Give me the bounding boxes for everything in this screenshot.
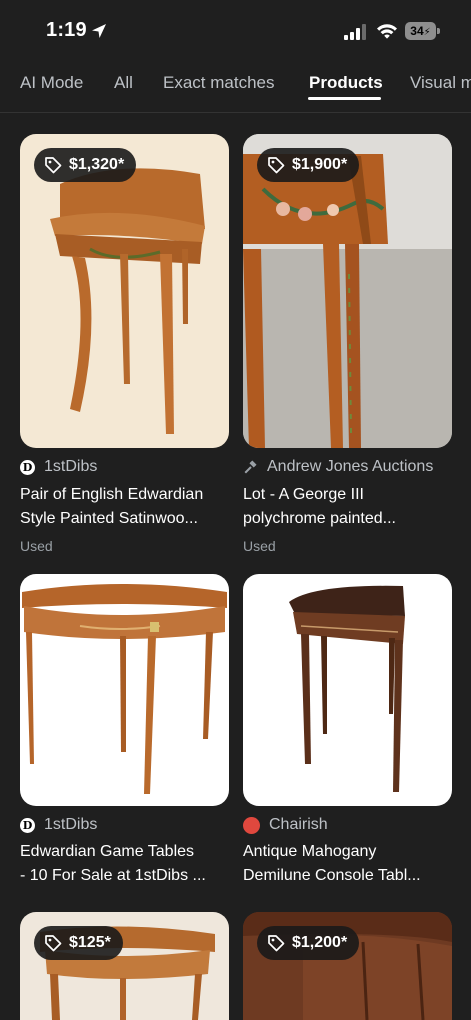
status-time: 1:19 [46, 19, 87, 41]
charging-bolt-icon: ⚡ [423, 27, 431, 38]
tab-ai-mode[interactable]: AI Mode [20, 73, 83, 93]
search-tabs: AI Mode All Exact matches Products Visua… [0, 64, 471, 104]
product-title-line: Style Painted Satinwoo... [20, 510, 198, 527]
tab-visual-matches[interactable]: Visual m [410, 73, 471, 93]
product-title-line: Demilune Console Tabl... [243, 867, 421, 884]
price-tag-icon [45, 935, 62, 952]
product-image-table-3 [20, 574, 229, 806]
tab-all[interactable]: All [114, 73, 133, 93]
product-title-line: - 10 For Sale at 1stDibs ... [20, 867, 206, 884]
product-source: D 1stDibs [20, 814, 97, 836]
wifi-icon [377, 24, 397, 39]
product-condition: Used [20, 538, 53, 554]
active-tab-indicator [308, 97, 381, 100]
product-title-line: polychrome painted... [243, 510, 396, 527]
product-source: D 1stDibs [20, 456, 97, 478]
cellular-signal-icon [344, 24, 366, 40]
product-source: Chairish [243, 814, 328, 836]
price-tag-icon [268, 157, 285, 174]
tab-products[interactable]: Products [309, 73, 383, 93]
price-tag-icon [268, 935, 285, 952]
tabs-divider [0, 112, 471, 113]
product-source: Andrew Jones Auctions [243, 456, 433, 478]
price-badge: $1,200* [257, 926, 360, 960]
product-title-line: Antique Mahogany [243, 843, 377, 860]
tab-exact-matches[interactable]: Exact matches [163, 73, 275, 93]
price-label: $1,200* [292, 934, 348, 951]
1stdibs-logo-icon: D [20, 459, 35, 475]
product-image[interactable]: $125* [20, 912, 229, 1020]
status-bar: 1:19 34⚡ [0, 0, 471, 62]
product-image[interactable] [243, 574, 452, 806]
product-image[interactable]: $1,320* [20, 134, 229, 448]
battery-nub [437, 28, 440, 34]
source-name: 1stDibs [44, 458, 98, 475]
1stdibs-logo-icon: D [20, 817, 35, 833]
source-name: 1stDibs [44, 816, 98, 833]
auction-gavel-icon [244, 459, 257, 474]
battery-level: 34⚡ [410, 24, 431, 38]
product-title[interactable]: Lot - A George III polychrome painted... [243, 483, 452, 531]
price-badge: $1,900* [257, 148, 360, 182]
price-label: $1,320* [69, 156, 125, 173]
product-title-line: Pair of English Edwardian [20, 486, 204, 503]
product-title-line: Lot - A George III [243, 486, 364, 503]
price-badge: $1,320* [34, 148, 137, 182]
product-image-table-4 [243, 574, 452, 806]
price-label: $125* [69, 934, 111, 951]
location-arrow-icon [92, 24, 106, 38]
price-tag-icon [45, 157, 62, 174]
chairish-logo-icon [243, 816, 260, 834]
product-image[interactable]: $1,900* [243, 134, 452, 448]
product-title[interactable]: Edwardian Game Tables - 10 For Sale at 1… [20, 840, 229, 888]
product-title[interactable]: Pair of English Edwardian Style Painted … [20, 483, 229, 531]
product-condition: Used [243, 538, 276, 554]
product-title-line: Edwardian Game Tables [20, 843, 195, 860]
source-name: Andrew Jones Auctions [267, 458, 434, 475]
price-label: $1,900* [292, 156, 348, 173]
product-image[interactable] [20, 574, 229, 806]
battery-indicator: 34⚡ [405, 22, 436, 40]
source-name: Chairish [269, 816, 328, 833]
product-title[interactable]: Antique Mahogany Demilune Console Tabl..… [243, 840, 452, 888]
price-badge: $125* [34, 926, 123, 960]
product-image[interactable]: $1,200* [243, 912, 452, 1020]
